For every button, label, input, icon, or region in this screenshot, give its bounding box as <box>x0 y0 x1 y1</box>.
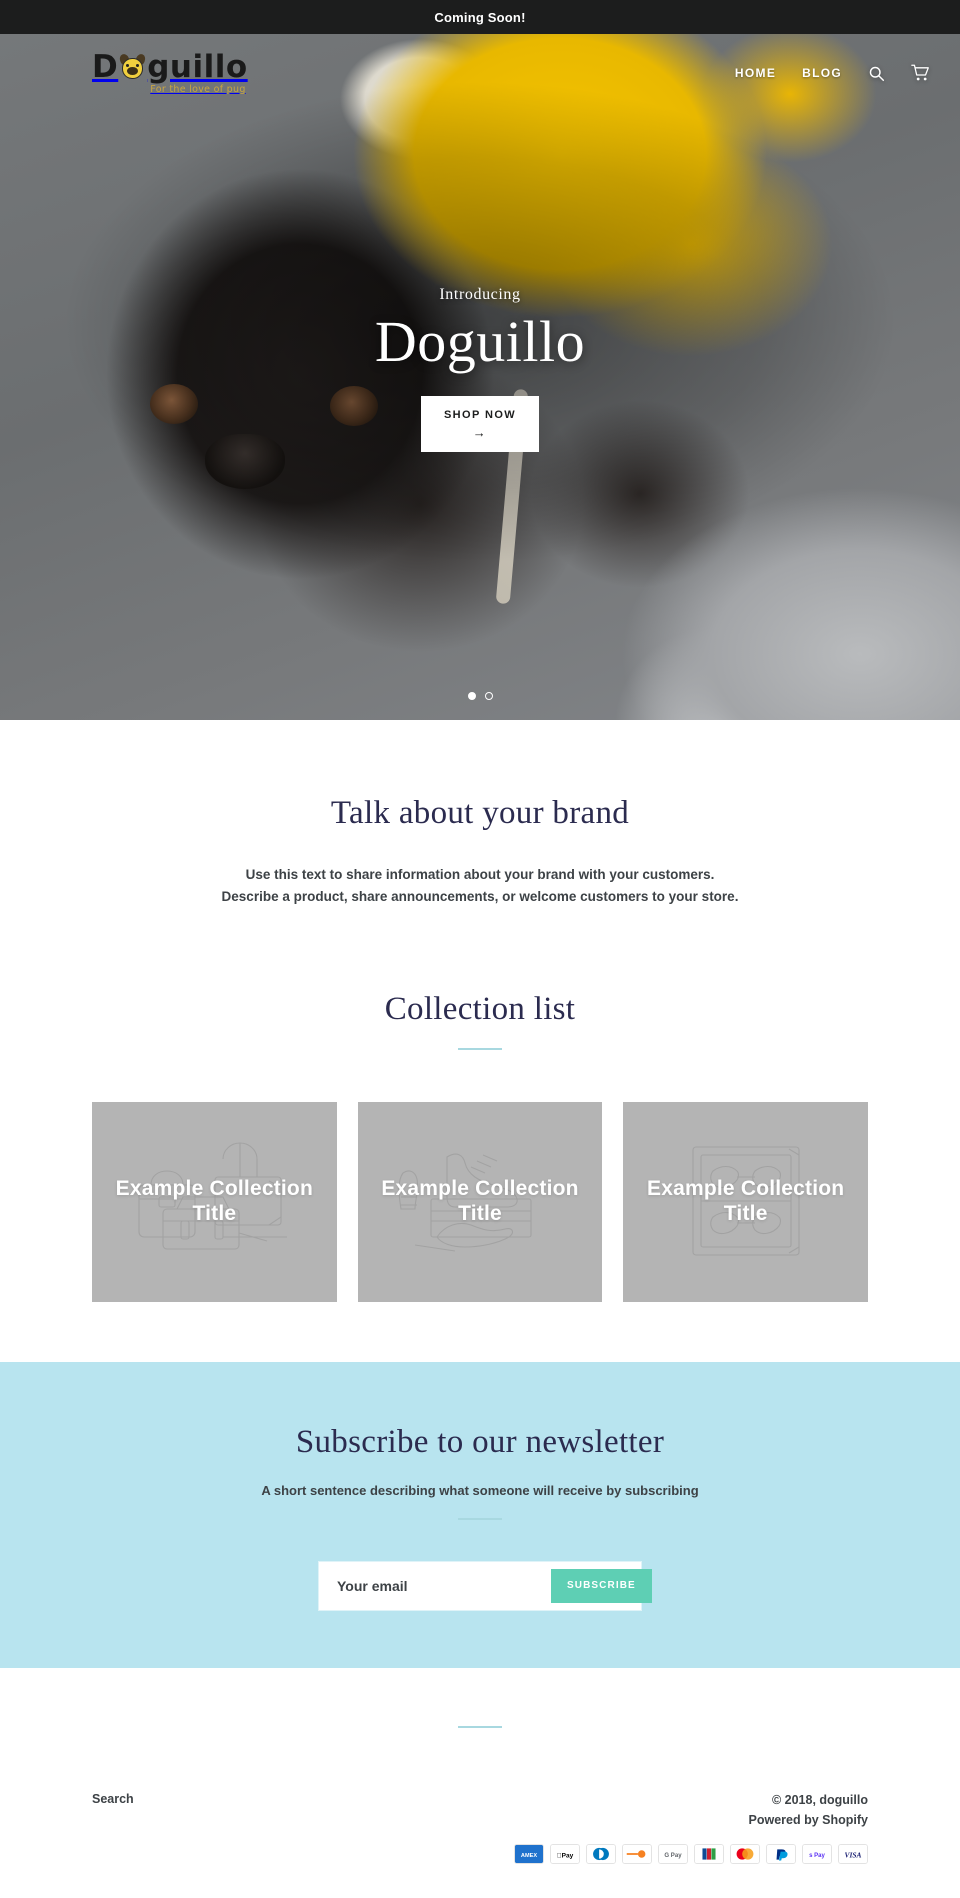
hero-content: Introducing Doguillo SHOP NOW → <box>0 286 960 452</box>
jcb-icon <box>694 1843 724 1864</box>
powered-by-shopify-link[interactable]: Powered by Shopify <box>749 1813 868 1827</box>
collection-card-3[interactable]: Example Collection Title <box>623 1101 869 1302</box>
rich-text-body: Use this text to share information about… <box>0 864 960 909</box>
footer-powered-by: Powered by Shopify <box>514 1810 868 1830</box>
slide-dot-1[interactable] <box>467 692 476 700</box>
search-icon[interactable] <box>868 65 885 82</box>
announcement-bar: Coming Soon! <box>0 0 960 34</box>
main-navigation: HOME BLOG <box>735 64 930 82</box>
svg-text:AMEX: AMEX <box>521 1852 537 1858</box>
diners-club-icon <box>586 1843 616 1864</box>
site-footer: Search © 2018, doguillo Powered by Shopi… <box>0 1667 960 1898</box>
storefront-page: Coming Soon! D guillo For the love of pu… <box>0 0 960 1898</box>
logo-tagline: For the love of pug <box>150 83 246 95</box>
hero-slideshow: D guillo For the love of pug HOME BLOG I… <box>0 34 960 720</box>
collection-card-1[interactable]: Example Collection Title <box>92 1101 337 1302</box>
announcement-text: Coming Soon! <box>434 9 526 25</box>
svg-text:Pay: Pay <box>557 1852 574 1859</box>
cart-icon[interactable] <box>911 64 930 82</box>
footer-copyright: © 2018, doguillo <box>771 1792 868 1807</box>
newsletter-form: SUBSCRIBE <box>319 1561 652 1610</box>
american-express-icon: AMEX <box>514 1843 544 1864</box>
logo-wordmark: D guillo <box>92 48 248 85</box>
footer-search-link[interactable]: Search <box>92 1792 134 1806</box>
shop-now-label: SHOP NOW <box>443 408 517 421</box>
google-pay-icon: G Pay <box>658 1843 688 1864</box>
rich-text-title: Talk about your brand <box>330 795 630 831</box>
svg-text:G Pay: G Pay <box>664 1852 682 1858</box>
section-divider <box>458 1047 502 1050</box>
apple-pay-icon: Pay <box>550 1843 580 1864</box>
site-header: D guillo For the love of pug HOME BLOG <box>0 34 960 112</box>
logo-text-before: D <box>92 48 119 85</box>
collection-card-2[interactable]: Example Collection Title <box>357 1101 603 1302</box>
site-logo[interactable]: D guillo For the love of pug <box>92 48 248 95</box>
collection-list-title: Collection list <box>384 990 576 1027</box>
footer-row: Search © 2018, doguillo Powered by Shopi… <box>92 1790 868 1864</box>
rich-text-line-1: Use this text to share information about… <box>245 867 715 882</box>
logo-text-after: guillo <box>147 48 248 85</box>
slide-dot-2[interactable] <box>484 692 493 700</box>
subscribe-button[interactable]: SUBSCRIBE <box>551 1568 652 1603</box>
arrow-right-icon: → <box>472 424 488 440</box>
discover-icon <box>622 1843 652 1864</box>
payment-icons: AMEX Pay G Pay <box>514 1843 868 1864</box>
paypal-icon <box>766 1843 796 1864</box>
rich-text-section: Talk about your brand Use this text to s… <box>0 720 960 909</box>
mastercard-icon <box>730 1843 760 1864</box>
pug-face-icon <box>118 52 147 81</box>
rich-text-line-2: Describe a product, share announcements,… <box>221 889 739 905</box>
hero-kicker: Introducing <box>439 286 521 303</box>
footer-meta: © 2018, doguillo Powered by Shopify AMEX… <box>514 1790 868 1864</box>
slideshow-pagination <box>0 692 960 700</box>
newsletter-subtitle: A short sentence describing what someone… <box>261 1482 699 1498</box>
footer-divider <box>458 1725 502 1728</box>
hero-title: Doguillo <box>374 309 586 374</box>
shop-pay-icon: s Pay <box>802 1843 832 1864</box>
nav-link-blog[interactable]: BLOG <box>802 66 842 80</box>
email-input[interactable] <box>319 1561 551 1610</box>
nav-link-home[interactable]: HOME <box>735 66 776 80</box>
footer-links: Search <box>92 1790 134 1808</box>
newsletter-divider <box>458 1517 502 1520</box>
shop-now-button[interactable]: SHOP NOW → <box>421 395 539 452</box>
collection-grid: Example Collection Title Example Collect… <box>0 1101 960 1302</box>
collection-title-3: Example Collection Title <box>647 1176 845 1225</box>
newsletter-title: Subscribe to our newsletter <box>295 1423 665 1460</box>
visa-icon: VISA <box>838 1843 868 1864</box>
collection-list-section: Collection list Example Collection Title… <box>0 909 960 1362</box>
svg-text:s Pay: s Pay <box>809 1852 825 1858</box>
collection-title-1: Example Collection Title <box>115 1176 313 1225</box>
svg-text:VISA: VISA <box>845 1850 862 1859</box>
newsletter-section: Subscribe to our newsletter A short sent… <box>0 1361 960 1668</box>
collection-title-2: Example Collection Title <box>381 1176 579 1225</box>
